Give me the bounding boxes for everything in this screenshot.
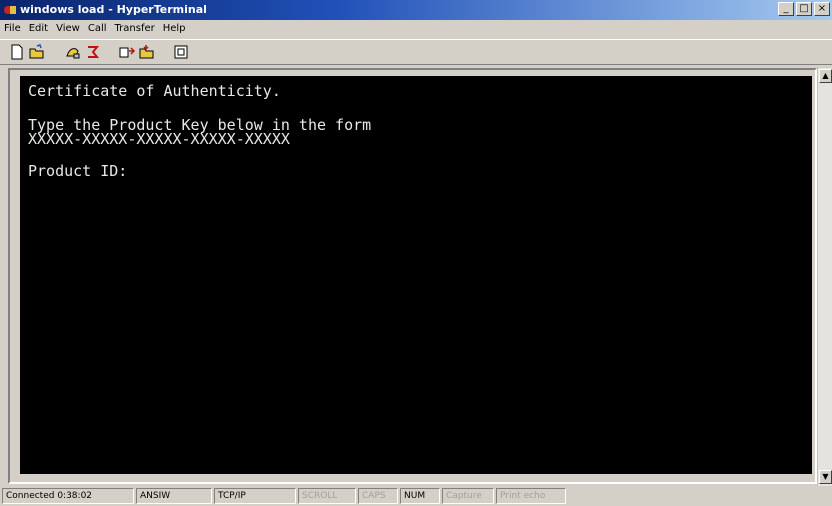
status-protocol: TCP/IP xyxy=(214,488,296,504)
status-emulation: ANSIW xyxy=(136,488,212,504)
menu-call[interactable]: Call xyxy=(84,21,111,37)
terminal-line-4: Product ID: xyxy=(28,162,128,180)
scroll-down-icon[interactable]: ▼ xyxy=(819,470,832,484)
terminal-line-1: Certificate of Authenticity. xyxy=(28,82,281,100)
scroll-up-icon[interactable]: ▲ xyxy=(819,69,832,83)
close-button[interactable]: × xyxy=(814,2,830,16)
title-bar[interactable]: windows load - HyperTerminal _ □ × xyxy=(0,0,832,20)
status-capture: Capture xyxy=(442,488,494,504)
receive-icon[interactable] xyxy=(138,43,156,61)
properties-icon[interactable] xyxy=(172,43,190,61)
status-bar: Connected 0:38:02 ANSIW TCP/IP SCROLL CA… xyxy=(0,486,832,506)
hyperterminal-app-icon xyxy=(4,6,16,14)
status-num: NUM xyxy=(400,488,440,504)
vertical-scrollbar[interactable]: ▲ ▼ xyxy=(817,68,832,486)
menu-transfer[interactable]: Transfer xyxy=(111,21,159,37)
window-title: windows load - HyperTerminal xyxy=(20,3,207,16)
connect-icon[interactable] xyxy=(64,43,82,61)
status-scroll: SCROLL xyxy=(298,488,356,504)
status-connected: Connected 0:38:02 xyxy=(2,488,134,504)
menu-bar: File Edit View Call Transfer Help xyxy=(0,21,832,37)
status-caps: CAPS xyxy=(358,488,398,504)
terminal-screen[interactable]: Certificate of Authenticity. Type the Pr… xyxy=(20,76,812,474)
menu-view[interactable]: View xyxy=(52,21,84,37)
status-print-echo: Print echo xyxy=(496,488,566,504)
maximize-button[interactable]: □ xyxy=(796,2,812,16)
new-icon[interactable] xyxy=(8,43,26,61)
menu-edit[interactable]: Edit xyxy=(25,21,52,37)
send-icon[interactable] xyxy=(118,43,136,61)
menu-file[interactable]: File xyxy=(0,21,25,37)
disconnect-icon[interactable] xyxy=(84,43,102,61)
menu-help[interactable]: Help xyxy=(159,21,190,37)
minimize-button[interactable]: _ xyxy=(778,2,794,16)
terminal-line-3: XXXXX-XXXXX-XXXXX-XXXXX-XXXXX xyxy=(28,130,290,148)
toolbar xyxy=(0,39,832,65)
open-icon[interactable] xyxy=(28,43,46,61)
